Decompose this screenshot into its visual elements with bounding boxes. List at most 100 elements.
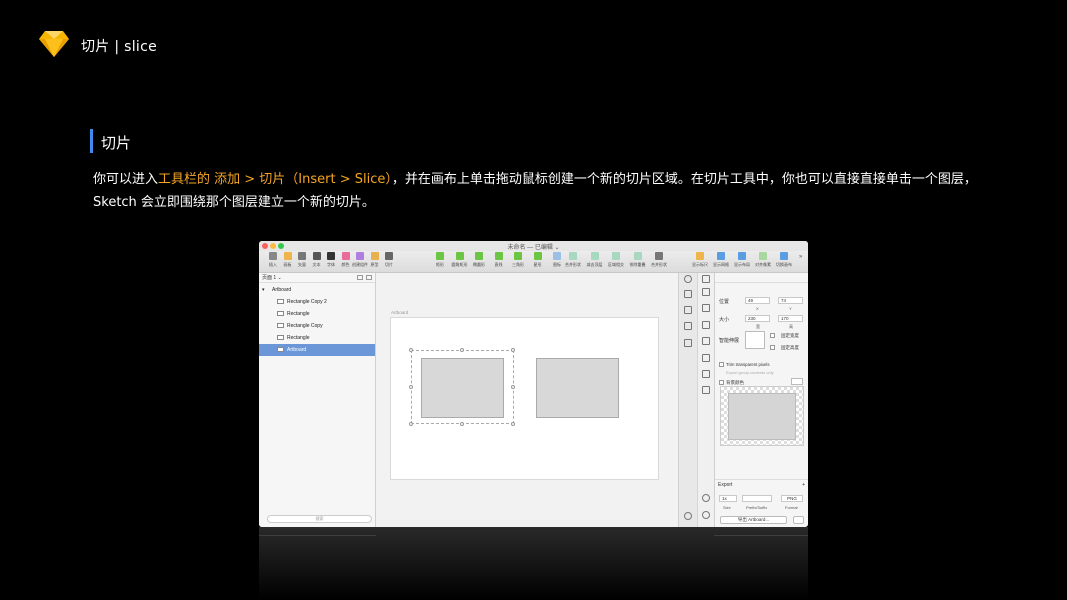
resize-handle[interactable] [409,422,413,426]
help-icon[interactable] [684,512,692,520]
layer-row[interactable]: Rectangle Copy 2 [259,296,375,308]
fix-width-checkbox[interactable] [770,333,775,338]
resize-handle[interactable] [511,422,515,426]
add-export-icon[interactable]: + [802,480,805,490]
rectangle-copy-shape[interactable] [536,358,619,418]
plugin-strip [678,273,697,527]
prefix-sub-label: Prefix/Suffix [746,505,768,510]
section-title: 切片 [101,134,132,152]
toolbar-overflow-icon[interactable]: » [799,254,802,260]
export-prefix-input[interactable] [742,495,772,502]
canvas[interactable]: Artboard [376,273,678,527]
toolbar-union-button[interactable]: 合并形状 [562,252,584,268]
toolbar-ruler-button[interactable]: 显示标尺 [689,252,711,268]
toolbar-combine-button[interactable]: 合并形状 [648,252,670,268]
star-icon [533,252,542,260]
resize-handle[interactable] [511,348,515,352]
resizing-control[interactable] [745,331,765,349]
export-artboard-button[interactable]: 导出 Artboard... [720,516,787,524]
slice-layer-icon [277,347,284,352]
layer-search-input[interactable]: 搜索 [267,515,372,523]
rectangle-icon [436,252,444,260]
export-header: Export + [715,479,808,489]
upload-icon[interactable] [702,288,710,296]
style-icon[interactable] [702,337,710,345]
toolbar-label: 排除重叠 [629,262,646,267]
resize-handle[interactable] [409,348,413,352]
union-icon [569,252,577,260]
resize-handle[interactable] [511,385,515,389]
size-label: 大小 [719,317,730,323]
toolbar-layout-button[interactable]: 显示布局 [731,252,753,268]
toolbar-difference-button[interactable]: 排除重叠 [627,252,649,268]
layer-name: Rectangle [287,335,310,341]
trim-checkbox[interactable] [719,362,724,367]
reflection-line [714,535,808,536]
y-input[interactable]: 74 [778,297,803,304]
resize-handle[interactable] [460,422,464,426]
inspector-panel: 位置 49 74 X Y 大小 230 170 宽 高 智能伸展 固定宽度 固定… [714,273,808,527]
fix-width-label: 固定宽度 [781,333,799,338]
export-format-select[interactable]: PNG [781,495,803,502]
layer-row[interactable]: ▾ Artboard [259,284,375,296]
export-size-input[interactable]: 1x [719,495,737,502]
toolbar-label: 切片 [385,262,393,267]
reflection-line [259,535,376,536]
toolbar-grid-button[interactable]: 显示网格 [710,252,732,268]
x-input[interactable]: 49 [745,297,770,304]
slice-preview-content [728,393,796,440]
toolbar-subtract-button[interactable]: 减去顶层 [584,252,606,268]
description-text: 你可以进入 [93,172,159,187]
toolbar-slice-button[interactable]: 切片 [378,252,400,268]
layer-row[interactable]: Rectangle Copy [259,320,375,332]
share-icon[interactable] [793,516,804,524]
slice-layer-icon [277,299,284,304]
layer-row[interactable]: Rectangle [259,332,375,344]
settings-icon[interactable] [702,511,710,519]
layers-view-icon[interactable] [357,275,363,280]
layers-panel: 页面 1 ⌄ ▾ Artboard Rectangle Copy 2 Rectangl… [259,273,376,527]
layer-row[interactable]: Rectangle [259,308,375,320]
size-sub-label: Size [723,505,731,510]
help-circle-icon[interactable] [702,494,710,502]
slice-tool-icon[interactable] [702,275,710,283]
symbols-icon[interactable] [684,306,692,314]
color-picker-icon[interactable] [684,275,692,283]
grid-icon[interactable] [684,339,692,347]
toolbar: 插入 画板 矢量 文本 字体 颜色 创建组件 原型 切片 矩形 圆角矩形 椭圆形 直线 三角形 星形 图标 合并… [259,251,808,273]
fix-height-checkbox[interactable] [770,345,775,350]
bg-color-checkbox[interactable] [719,380,724,385]
pages-toggle-icon[interactable] [366,275,372,280]
description: 你可以进入工具栏的 添加 > 切片（Insert > Slice），并在画布上单… [93,168,993,214]
toolbar-label: 区域相交 [608,262,624,267]
width-input[interactable]: 230 [745,315,770,322]
rectangle-shape[interactable] [421,358,504,418]
rounded-rectangle-icon [455,252,464,260]
height-input[interactable]: 170 [778,315,803,322]
instagram-icon[interactable] [702,354,710,362]
triangle-icon [514,252,522,260]
format-sub-label: Format [785,505,798,510]
resize-handle[interactable] [409,385,413,389]
layer-row[interactable]: Artboard [259,344,375,356]
sketch-logo-icon [39,31,69,57]
toolbar-pixel-button[interactable]: 对齐像素 [752,252,774,268]
export-icon[interactable] [684,290,692,298]
toolbar-canvas-button[interactable]: 切换画布 [773,252,795,268]
resize-handle[interactable] [460,348,464,352]
header-title: 切片 | slice [81,39,158,55]
layer-name: Artboard [287,347,307,353]
layers-list-icon[interactable] [702,386,710,394]
layout-icon[interactable] [684,322,692,330]
toolbar-label: 对齐像素 [755,262,771,267]
layer-name: Artboard [272,287,292,293]
window-reflection [259,527,808,600]
toolbar-intersect-button[interactable]: 区域相交 [605,252,627,268]
export-group-label: Export group contents only [726,370,774,375]
bg-color-well[interactable] [791,378,803,385]
artboard[interactable] [390,317,659,480]
artboard-label[interactable]: Artboard [391,310,408,315]
list-icon[interactable] [702,321,710,329]
align-icon[interactable] [702,304,710,312]
table-icon[interactable] [702,370,710,378]
